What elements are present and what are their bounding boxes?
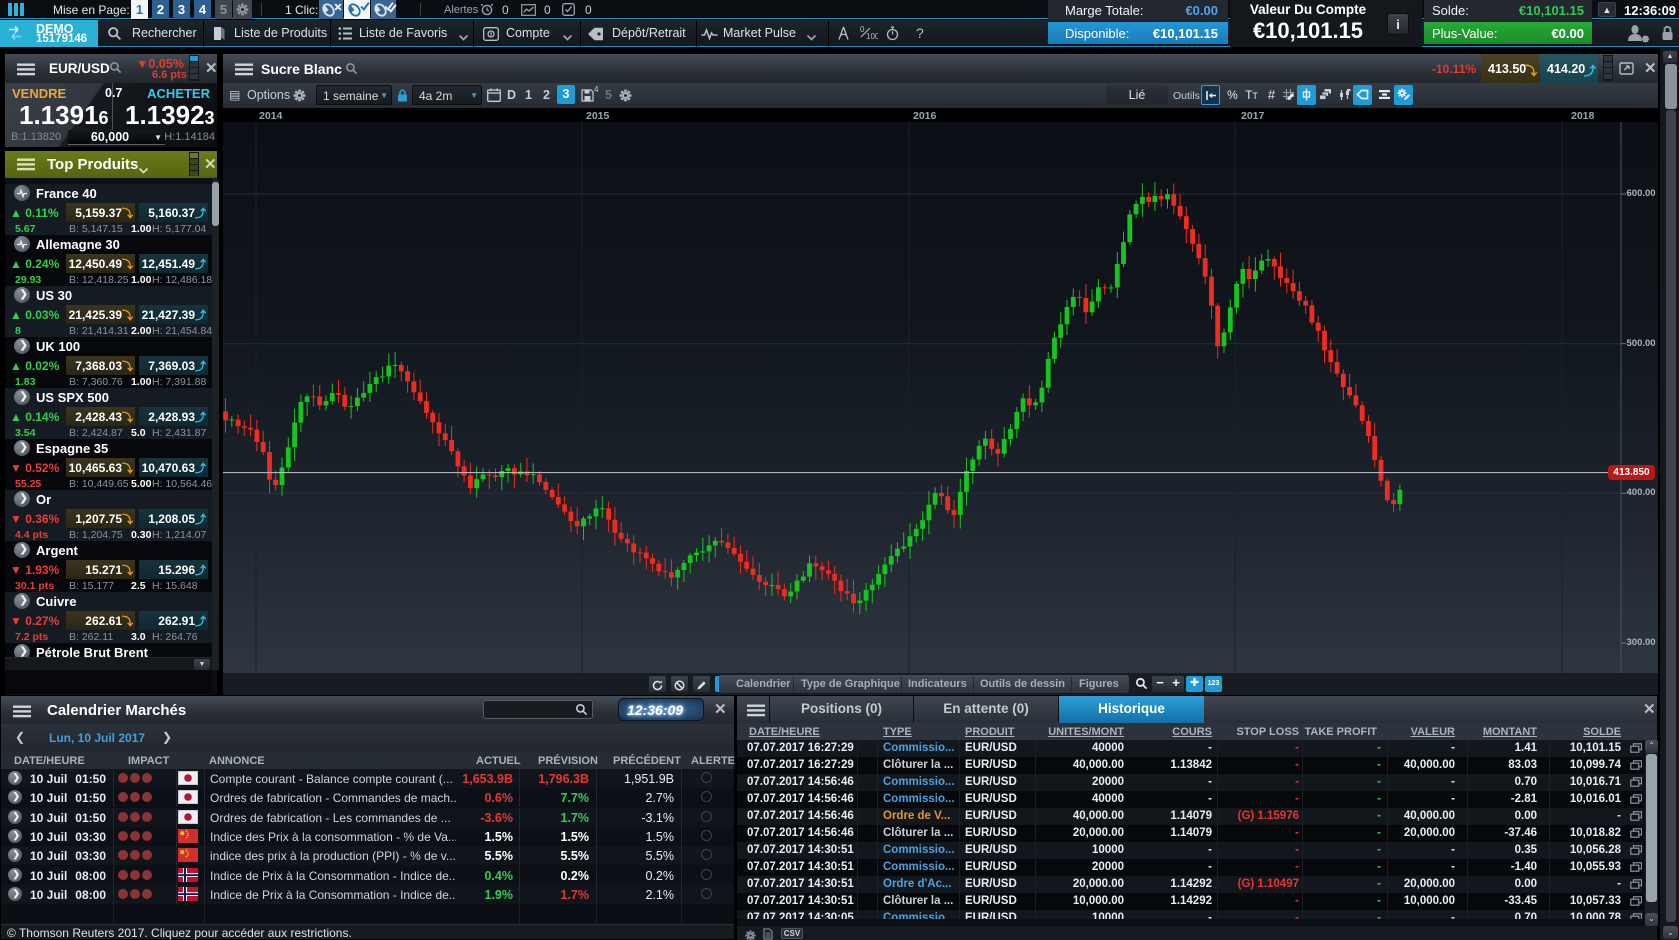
svg-text:0: 0: [860, 25, 865, 34]
svg-text:100: 100: [866, 32, 878, 41]
